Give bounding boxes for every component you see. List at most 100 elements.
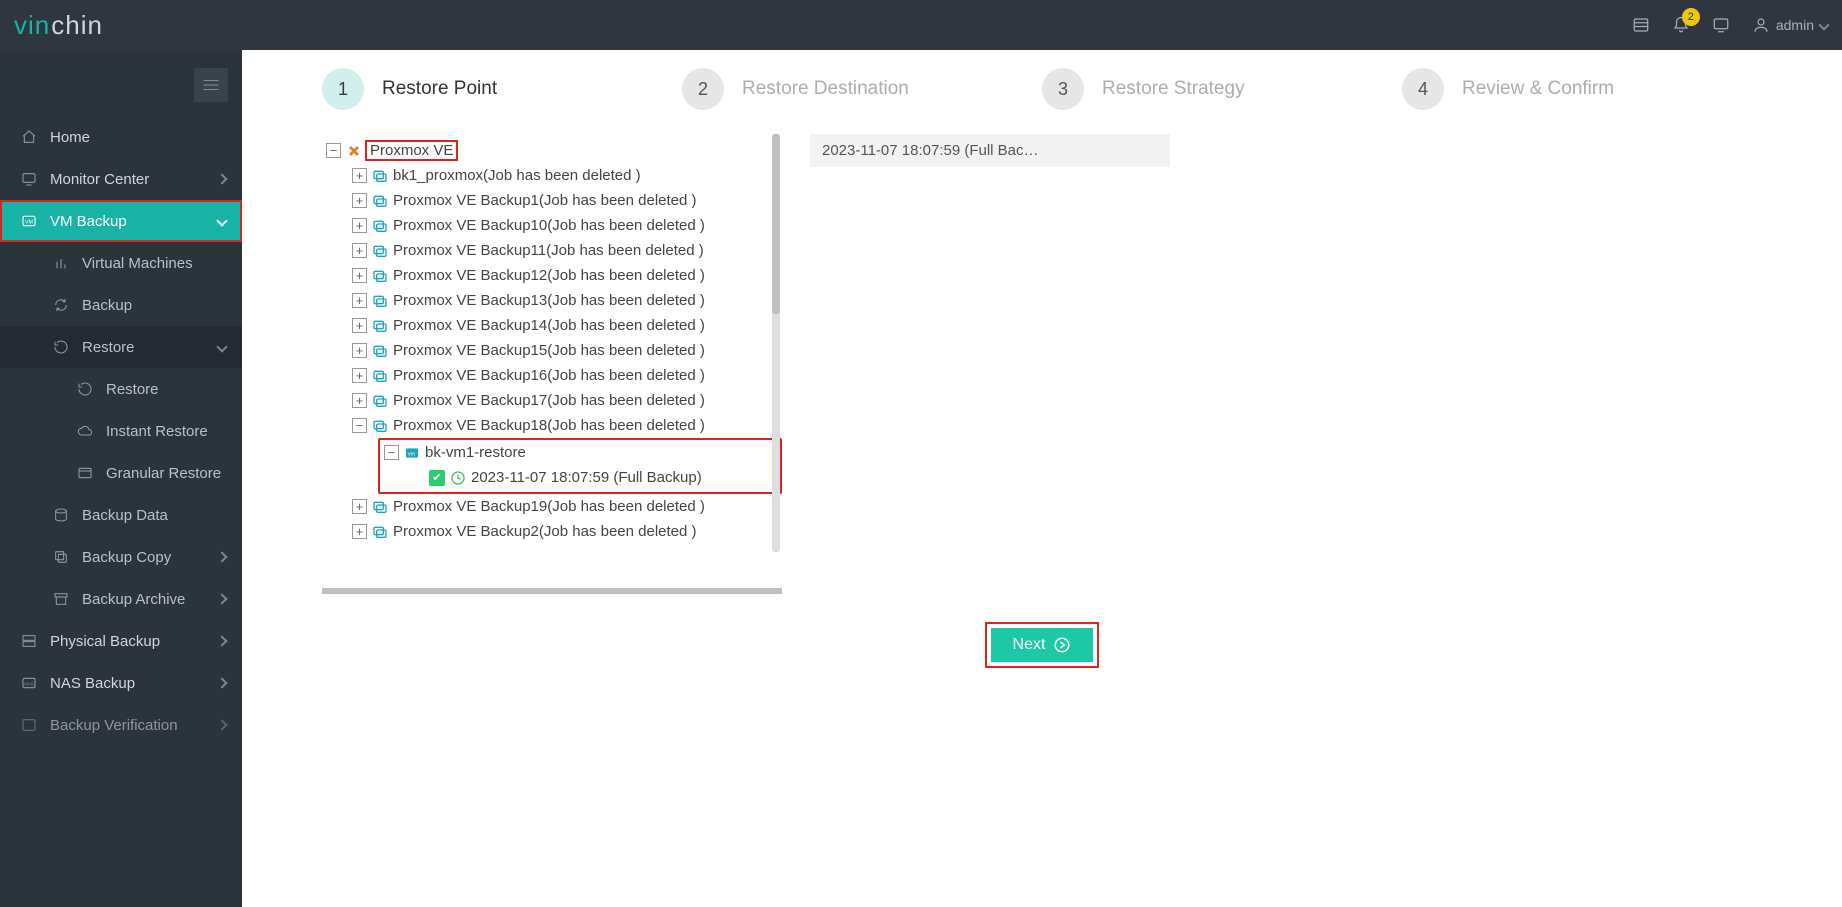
- expand-toggle[interactable]: +: [352, 343, 367, 358]
- tree-job-node[interactable]: +Proxmox VE Backup1(Job has been deleted…: [326, 188, 782, 213]
- clock-icon: [449, 470, 467, 486]
- restore-point-tree: − Proxmox VE +bk1_proxmox(Job has been d…: [322, 134, 782, 594]
- job-icon: [371, 524, 389, 540]
- sidebar-sub2-restore[interactable]: Restore: [0, 368, 242, 410]
- tree-job-node[interactable]: +Proxmox VE Backup19(Job has been delete…: [326, 494, 782, 519]
- expand-toggle[interactable]: +: [352, 268, 367, 283]
- expand-toggle[interactable]: +: [352, 393, 367, 408]
- step-restore-strategy[interactable]: 3 Restore Strategy: [1042, 68, 1402, 110]
- refresh-icon: [52, 296, 70, 314]
- chevron-right-icon: [216, 593, 227, 604]
- restore-point-checkbox[interactable]: [429, 470, 445, 486]
- job-icon: [371, 499, 389, 515]
- tree-root[interactable]: − Proxmox VE: [326, 138, 782, 163]
- chevron-right-icon: [216, 173, 227, 184]
- expand-toggle[interactable]: +: [352, 318, 367, 333]
- chevron-down-icon: [1818, 19, 1829, 30]
- chevron-right-icon: [216, 719, 227, 730]
- chevron-down-icon: [216, 341, 227, 352]
- expand-toggle[interactable]: +: [352, 243, 367, 258]
- expand-toggle[interactable]: +: [352, 293, 367, 308]
- selected-item[interactable]: 2023-11-07 18:07:59 (Full Bac…: [810, 134, 1170, 167]
- sidebar-sub-restore[interactable]: Restore: [0, 326, 242, 368]
- tree-job-node[interactable]: +Proxmox VE Backup11(Job has been delete…: [326, 238, 782, 263]
- server-icon: [20, 632, 38, 650]
- topbar: vinchin 2 admin: [0, 0, 1842, 50]
- sidebar-item-physical-backup[interactable]: Physical Backup: [0, 620, 242, 662]
- user-icon: [1752, 16, 1770, 34]
- sidebar-item-monitor-center[interactable]: Monitor Center: [0, 158, 242, 200]
- tree-job-node[interactable]: +Proxmox VE Backup15(Job has been delete…: [326, 338, 782, 363]
- sidebar-item-home[interactable]: Home: [0, 116, 242, 158]
- chevron-right-icon: [216, 677, 227, 688]
- list-icon[interactable]: [1632, 16, 1650, 34]
- svg-text:NAS: NAS: [24, 682, 34, 687]
- expand-toggle[interactable]: +: [352, 193, 367, 208]
- job-icon: [371, 168, 389, 184]
- svg-text:vm: vm: [408, 451, 416, 457]
- monitor-icon: [20, 170, 38, 188]
- history-icon: [76, 380, 94, 398]
- bell-icon[interactable]: 2: [1672, 16, 1690, 34]
- browser-icon: [76, 464, 94, 482]
- tree-scrollbar[interactable]: [772, 134, 780, 552]
- collapse-toggle[interactable]: −: [326, 143, 341, 158]
- step-review-confirm[interactable]: 4 Review & Confirm: [1402, 68, 1762, 110]
- expand-toggle[interactable]: +: [352, 524, 367, 539]
- job-icon: [371, 318, 389, 334]
- tree-job-node[interactable]: +Proxmox VE Backup13(Job has been delete…: [326, 288, 782, 313]
- tree-restore-point[interactable]: 2023-11-07 18:07:59 (Full Backup): [384, 465, 774, 490]
- job-icon: [371, 293, 389, 309]
- step-restore-destination[interactable]: 2 Restore Destination: [682, 68, 1042, 110]
- expand-toggle[interactable]: +: [352, 368, 367, 383]
- collapse-toggle[interactable]: −: [384, 445, 399, 460]
- expand-toggle[interactable]: +: [352, 168, 367, 183]
- monitor-top-icon[interactable]: [1712, 16, 1730, 34]
- collapse-toggle[interactable]: −: [352, 418, 367, 433]
- sidebar-sub-backup[interactable]: Backup: [0, 284, 242, 326]
- selected-restore-points: 2023-11-07 18:07:59 (Full Bac…: [810, 134, 1170, 594]
- tree-job-node[interactable]: +Proxmox VE Backup16(Job has been delete…: [326, 363, 782, 388]
- job-icon: [371, 343, 389, 359]
- chevron-right-icon: [216, 635, 227, 646]
- sidebar-sub-backup-copy[interactable]: Backup Copy: [0, 536, 242, 578]
- tree-job-node[interactable]: +Proxmox VE Backup2(Job has been deleted…: [326, 519, 782, 544]
- sidebar-sub-backup-data[interactable]: Backup Data: [0, 494, 242, 536]
- chevron-down-icon: [216, 215, 227, 226]
- sidebar-item-vm-backup[interactable]: VM VM Backup: [0, 200, 242, 242]
- home-icon: [20, 128, 38, 146]
- arrow-right-circle-icon: [1053, 636, 1071, 654]
- sidebar-item-backup-verification[interactable]: Backup Verification: [0, 704, 242, 746]
- sidebar-toggle[interactable]: [194, 68, 228, 102]
- sidebar-sub2-granular-restore[interactable]: Granular Restore: [0, 452, 242, 494]
- job-icon: [371, 393, 389, 409]
- user-menu[interactable]: admin: [1752, 16, 1828, 34]
- wizard-steps: 1 Restore Point 2 Restore Destination 3 …: [242, 50, 1842, 134]
- history-icon: [52, 338, 70, 356]
- sidebar-item-nas-backup[interactable]: NAS NAS Backup: [0, 662, 242, 704]
- next-button[interactable]: Next: [991, 628, 1094, 662]
- chevron-right-icon: [216, 551, 227, 562]
- notification-badge: 2: [1682, 8, 1700, 26]
- tree-vm-node[interactable]: − vm bk-vm1-restore: [384, 440, 774, 465]
- proxmox-icon: [345, 143, 363, 159]
- tree-job-expanded[interactable]: − Proxmox VE Backup18(Job has been delet…: [326, 413, 782, 438]
- vm-icon: VM: [20, 212, 38, 230]
- job-icon: [371, 368, 389, 384]
- expand-toggle[interactable]: +: [352, 499, 367, 514]
- tree-job-node[interactable]: +Proxmox VE Backup14(Job has been delete…: [326, 313, 782, 338]
- sidebar: Home Monitor Center VM VM Backup Virtual…: [0, 50, 242, 907]
- tree-job-node[interactable]: +Proxmox VE Backup10(Job has been delete…: [326, 213, 782, 238]
- archive-icon: [52, 590, 70, 608]
- expand-toggle[interactable]: +: [352, 218, 367, 233]
- brand-logo: vinchin: [14, 10, 103, 41]
- job-icon: [371, 193, 389, 209]
- sidebar-sub-virtual-machines[interactable]: Virtual Machines: [0, 242, 242, 284]
- sidebar-sub2-instant-restore[interactable]: Instant Restore: [0, 410, 242, 452]
- job-icon: [371, 268, 389, 284]
- sidebar-sub-backup-archive[interactable]: Backup Archive: [0, 578, 242, 620]
- tree-job-node[interactable]: +bk1_proxmox(Job has been deleted ): [326, 163, 782, 188]
- tree-job-node[interactable]: +Proxmox VE Backup17(Job has been delete…: [326, 388, 782, 413]
- tree-job-node[interactable]: +Proxmox VE Backup12(Job has been delete…: [326, 263, 782, 288]
- step-restore-point[interactable]: 1 Restore Point: [322, 68, 682, 110]
